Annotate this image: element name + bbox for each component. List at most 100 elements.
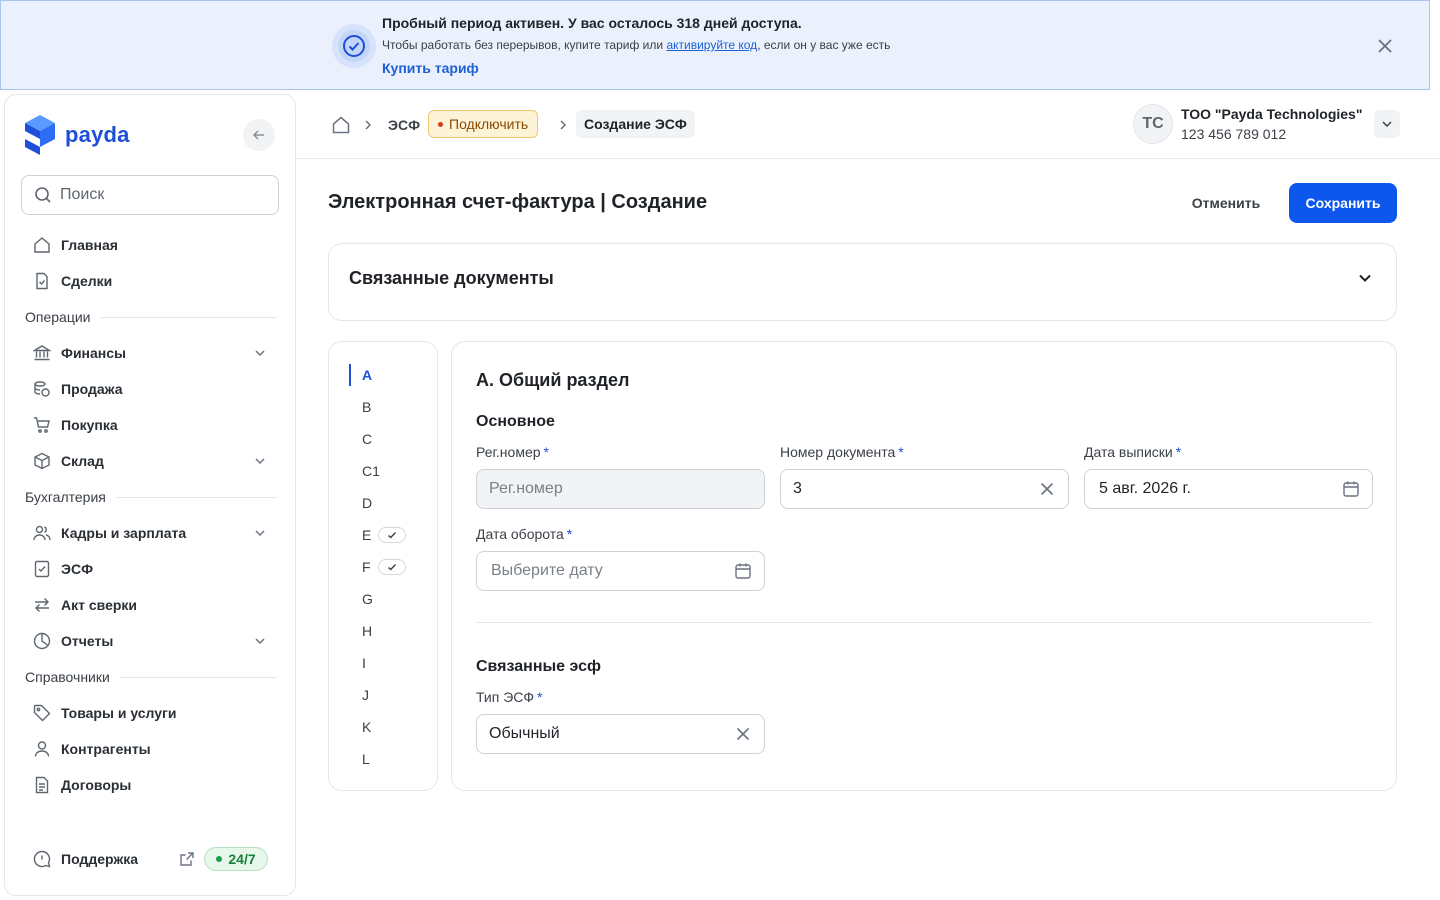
calendar-icon xyxy=(1343,481,1359,497)
support-external-link[interactable] xyxy=(179,851,195,867)
step-b[interactable]: B xyxy=(349,396,429,418)
sidebar-item-purchase[interactable]: Покупка xyxy=(33,414,273,436)
company-name: ТОО "Payda Technologies" xyxy=(1181,106,1363,122)
cart-icon xyxy=(34,417,50,433)
step-i[interactable]: I xyxy=(349,652,429,674)
issue-date-label: Дата выписки * xyxy=(1084,444,1182,460)
box-icon xyxy=(34,452,50,470)
banner-title: Пробный период активен. У вас осталось 3… xyxy=(382,15,802,31)
step-complete-badge xyxy=(378,527,406,543)
step-j[interactable]: J xyxy=(349,684,429,706)
cancel-button[interactable]: Отменить xyxy=(1178,183,1274,223)
sidebar-item-finance[interactable]: Финансы xyxy=(33,342,273,364)
step-c[interactable]: C xyxy=(349,428,429,450)
chevron-down-icon xyxy=(1382,121,1392,128)
sidebar-item-reconciliation[interactable]: Акт сверки xyxy=(33,594,273,616)
logo[interactable]: payda xyxy=(25,115,130,155)
sidebar-item-reports[interactable]: Отчеты xyxy=(33,630,273,652)
close-icon xyxy=(1378,39,1392,53)
sidebar-item-hr[interactable]: Кадры и зарплата xyxy=(33,522,273,544)
step-f[interactable]: F xyxy=(349,556,429,578)
breadcrumb-esf[interactable]: ЭСФ xyxy=(388,112,420,138)
chat-alert-icon xyxy=(33,850,51,868)
sidebar-item-esf[interactable]: ЭСФ xyxy=(33,558,273,580)
activate-code-link[interactable]: активируйте код xyxy=(666,38,757,52)
esf-type-input[interactable] xyxy=(489,725,752,743)
sidebar-item-home[interactable]: Главная xyxy=(33,234,273,256)
reg-number-label: Рег.номер * xyxy=(476,444,549,460)
sidebar-item-deals[interactable]: Сделки xyxy=(33,270,273,292)
connect-badge[interactable]: Подключить xyxy=(428,110,539,138)
section-divider xyxy=(476,622,1372,623)
step-c1[interactable]: C1 xyxy=(349,460,429,482)
buy-plan-link[interactable]: Купить тариф xyxy=(382,60,479,76)
linked-documents-toggle[interactable] xyxy=(1355,268,1375,288)
turnover-date-input[interactable] xyxy=(491,562,752,580)
pie-chart-icon xyxy=(33,632,51,650)
turnover-date-label: Дата оборота * xyxy=(476,526,573,542)
step-d[interactable]: D xyxy=(349,492,429,514)
sidebar-item-products[interactable]: Товары и услуги xyxy=(33,702,273,724)
search-icon xyxy=(35,187,51,203)
step-g[interactable]: G xyxy=(349,588,429,610)
doc-number-label: Номер документа * xyxy=(780,444,904,460)
doc-number-field xyxy=(780,469,1069,509)
check-icon xyxy=(388,532,397,539)
company-avatar[interactable]: TC xyxy=(1133,104,1173,144)
breadcrumb-current: Создание ЭСФ xyxy=(576,110,695,138)
support-badge: 24/7 xyxy=(204,847,268,871)
subsection-linked-esf: Связанные эсф xyxy=(476,658,602,675)
save-button[interactable]: Сохранить xyxy=(1289,183,1397,223)
sidebar-item-contracts[interactable]: Договоры xyxy=(33,774,273,796)
doc-number-input[interactable] xyxy=(793,480,1056,498)
banner-text: Чтобы работать без перерывов, купите тар… xyxy=(382,38,891,52)
bank-icon xyxy=(33,345,51,361)
linked-documents-title: Связанные документы xyxy=(349,268,554,288)
step-l[interactable]: L xyxy=(349,748,429,770)
page-title: Электронная счет-фактура | Создание xyxy=(328,191,708,213)
reg-number-input xyxy=(489,480,752,498)
users-icon xyxy=(33,525,51,541)
linked-documents-panel[interactable]: Связанные документы xyxy=(328,243,1397,321)
esf-type-select[interactable] xyxy=(476,714,765,754)
subsection-basic: Основное xyxy=(476,413,555,430)
clear-doc-number-button[interactable] xyxy=(1038,480,1056,498)
user-icon xyxy=(34,741,50,757)
company-switch-button[interactable] xyxy=(1374,110,1400,138)
turnover-date-picker-button[interactable] xyxy=(734,562,752,580)
banner-close-button[interactable] xyxy=(1375,36,1395,56)
section-accounting: Бухгалтерия xyxy=(25,487,277,507)
check-circle-icon xyxy=(343,35,365,57)
step-k[interactable]: K xyxy=(349,716,429,738)
issue-date-input[interactable] xyxy=(1099,480,1360,498)
clear-esf-type-button[interactable] xyxy=(734,725,752,743)
reg-number-field xyxy=(476,469,765,509)
sidebar-item-counterparties[interactable]: Контрагенты xyxy=(33,738,273,760)
issue-date-field xyxy=(1084,469,1373,509)
breadcrumb-home[interactable] xyxy=(331,112,351,138)
check-icon xyxy=(388,564,397,571)
logo-text: payda xyxy=(65,122,130,147)
issue-date-picker-button[interactable] xyxy=(1342,480,1360,498)
close-icon xyxy=(736,727,750,741)
turnover-date-field xyxy=(476,551,765,591)
search-input[interactable] xyxy=(60,186,260,204)
chevron-down-icon xyxy=(255,530,265,537)
chevron-right-icon xyxy=(365,120,372,130)
home-icon xyxy=(332,116,350,134)
breadcrumb-separator xyxy=(362,112,374,138)
step-e[interactable]: E xyxy=(349,524,429,546)
calendar-icon xyxy=(735,563,751,579)
sidebar-item-warehouse[interactable]: Склад xyxy=(33,450,273,472)
section-title: A. Общий раздел xyxy=(476,370,630,390)
general-section-form: A. Общий раздел Основное Рег.номер* Номе… xyxy=(451,341,1397,791)
payda-logo-icon xyxy=(25,115,55,155)
step-a[interactable]: A xyxy=(349,364,429,386)
tag-icon xyxy=(33,704,51,722)
step-h[interactable]: H xyxy=(349,620,429,642)
trial-banner: Пробный период активен. У вас осталось 3… xyxy=(0,0,1430,90)
sidebar-item-sales[interactable]: Продажа xyxy=(33,378,273,400)
close-icon xyxy=(1040,482,1054,496)
collapse-sidebar-button[interactable] xyxy=(243,119,275,151)
esf-type-label: Тип ЭСФ * xyxy=(476,689,543,705)
